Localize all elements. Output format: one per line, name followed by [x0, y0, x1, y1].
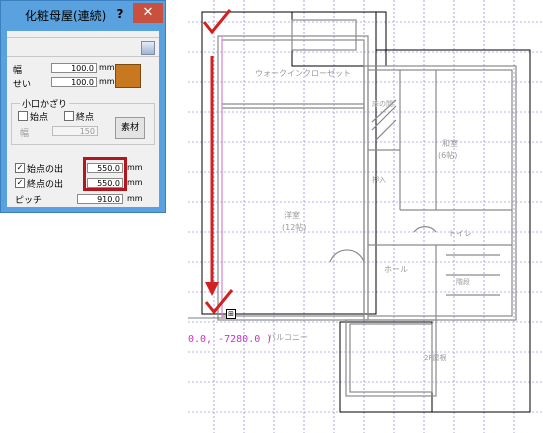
height-unit: mm — [99, 77, 115, 86]
room-label-japanese: 和室 — [442, 138, 458, 148]
pitch-field[interactable]: 910.0 — [77, 194, 123, 204]
group-title: 小口かざり — [20, 97, 70, 110]
divider — [7, 37, 159, 38]
room-label-western-size: (12帖) — [282, 222, 306, 232]
mobile-beam-dialog: 化粧母屋(連続) ? ✕ 幅 100.0 mm せい 100.0 mm 小口かざ… — [0, 0, 166, 213]
width-unit: mm — [99, 63, 115, 72]
end-checkbox[interactable] — [64, 111, 74, 121]
width-label: 幅 — [13, 66, 23, 76]
end-overhang-checkbox[interactable]: ✓ — [15, 178, 25, 188]
room-label-storage: 押入 — [372, 175, 386, 184]
start-label: 始点 — [30, 113, 49, 123]
room-label-walkin: ウォークインクローゼット — [255, 68, 351, 78]
start-overhang-label: 始点の出 — [27, 165, 64, 175]
divider — [7, 56, 159, 57]
pitch-label: ピッチ — [15, 196, 43, 206]
group-width-field: 150 — [52, 126, 98, 136]
end-label: 終点 — [76, 113, 95, 123]
room-label-toilet: トイレ — [448, 229, 472, 238]
annotation-arrow — [205, 56, 219, 296]
end-overhang-label: 終点の出 — [27, 180, 64, 190]
dialog-title: 化粧母屋(連続) — [25, 9, 107, 23]
dialog-titlebar[interactable]: 化粧母屋(連続) ? ✕ — [1, 1, 165, 29]
height-label: せい — [13, 80, 32, 90]
help-button[interactable]: ? — [109, 5, 131, 23]
room-label-closet: 床の間 — [372, 99, 393, 108]
cad-canvas[interactable]: ウォークインクローゼット 床の間 和室 (6帖) 押入 洋室 (12帖) トイレ… — [170, 0, 543, 433]
close-button[interactable]: ✕ — [133, 3, 163, 23]
coordinate-readout: 0.0, -7280.0 ) — [188, 334, 273, 345]
start-overhang-checkbox[interactable]: ✓ — [15, 163, 25, 173]
group-width-label: 幅 — [20, 129, 30, 139]
width-field[interactable]: 100.0 — [51, 63, 97, 73]
room-label-western: 洋室 — [284, 210, 300, 220]
room-label-balcony: バルコニー — [268, 333, 308, 342]
room-label-japanese-size: (6帖) — [438, 150, 457, 160]
pitch-unit: mm — [127, 194, 143, 203]
material-button[interactable]: 素材 — [115, 117, 145, 139]
grid — [188, 0, 543, 433]
height-field[interactable]: 100.0 — [51, 77, 97, 87]
start-overhang-unit: mm — [127, 163, 143, 172]
dialog-body: 幅 100.0 mm せい 100.0 mm 小口かざり 始点 終点 幅 150… — [7, 31, 159, 207]
room-label-hall: ホール — [384, 265, 408, 274]
settings-icon[interactable] — [141, 41, 155, 55]
material-color-swatch[interactable] — [115, 64, 141, 88]
start-check-mark — [202, 9, 232, 35]
overhang-highlight — [83, 157, 127, 191]
cursor-marker-icon: ⊞ — [226, 309, 236, 319]
start-checkbox[interactable] — [18, 111, 28, 121]
room-label-stairs: 階段 — [456, 277, 470, 286]
end-overhang-unit: mm — [127, 178, 143, 187]
room-label-roof: 2F屋根 — [424, 353, 446, 362]
